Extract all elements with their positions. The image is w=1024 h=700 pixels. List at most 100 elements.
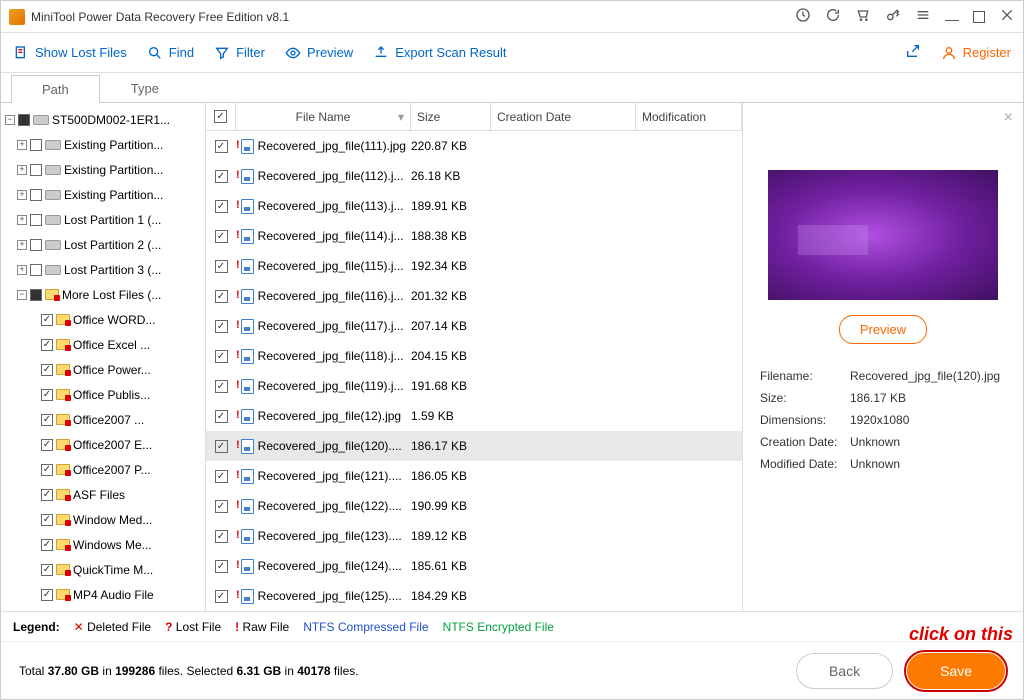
preview-open-button[interactable]: Preview [839,315,927,344]
expand-icon[interactable]: + [17,140,27,150]
file-row[interactable]: !Recovered_jpg_file(113).j...189.91 KB [206,191,742,221]
checkbox[interactable] [41,539,53,551]
menu-icon[interactable] [915,7,931,26]
register-button[interactable]: Register [941,45,1011,61]
file-row[interactable]: !Recovered_jpg_file(124)....185.61 KB [206,551,742,581]
checkbox[interactable] [41,439,53,451]
file-row[interactable]: !Recovered_jpg_file(118).j...204.15 KB [206,341,742,371]
checkbox[interactable] [41,464,53,476]
file-row[interactable]: !Recovered_jpg_file(120)....186.17 KB [206,431,742,461]
row-checkbox[interactable] [215,380,228,393]
file-row[interactable]: !Recovered_jpg_file(121)....186.05 KB [206,461,742,491]
tree-item[interactable]: +Existing Partition... [1,157,205,182]
checkbox[interactable] [41,339,53,351]
checkbox[interactable] [41,589,53,601]
tab-path[interactable]: Path [11,75,100,103]
checkbox[interactable] [41,314,53,326]
tree-subitem[interactable]: Office2007 E... [1,432,205,457]
row-checkbox[interactable] [215,470,228,483]
tree-subitem[interactable]: Office Power... [1,357,205,382]
col-creation-date[interactable]: Creation Date [491,103,636,130]
expand-icon[interactable]: + [17,265,27,275]
tree-subitem[interactable]: Office Excel ... [1,332,205,357]
row-checkbox[interactable] [215,320,228,333]
select-all-checkbox[interactable] [214,110,227,123]
checkbox[interactable] [30,264,42,276]
tree-subitem[interactable]: Office2007 ... [1,407,205,432]
row-checkbox[interactable] [215,230,228,243]
checkbox[interactable] [41,564,53,576]
row-checkbox[interactable] [215,260,228,273]
tree-item[interactable]: +Lost Partition 3 (... [1,257,205,282]
row-checkbox[interactable] [215,500,228,513]
close-preview-icon[interactable]: × [1004,109,1013,127]
tree-subitem[interactable]: Windows Me... [1,532,205,557]
refresh-icon[interactable] [825,7,841,26]
col-modification[interactable]: Modification [636,103,742,130]
file-row[interactable]: !Recovered_jpg_file(125)....184.29 KB [206,581,742,611]
tree-subitem[interactable]: QuickTime M... [1,557,205,582]
checkbox[interactable] [30,239,42,251]
checkbox[interactable] [30,289,42,301]
collapse-icon[interactable]: − [5,115,15,125]
tree-item[interactable]: +Lost Partition 1 (... [1,207,205,232]
expand-icon[interactable]: + [17,240,27,250]
tree-subitem[interactable]: Office Publis... [1,382,205,407]
expand-icon[interactable]: + [17,190,27,200]
row-checkbox[interactable] [215,350,228,363]
tree-root[interactable]: − ST500DM002-1ER1... [1,107,205,132]
col-size[interactable]: Size [411,103,491,130]
tab-type[interactable]: Type [100,74,190,102]
tree-item[interactable]: +Existing Partition... [1,132,205,157]
tree-subitem[interactable]: Window Med... [1,507,205,532]
cart-icon[interactable] [855,7,871,26]
filter-button[interactable]: Filter [214,45,265,61]
maximize-icon[interactable] [973,11,985,23]
file-row[interactable]: !Recovered_jpg_file(122)....190.99 KB [206,491,742,521]
row-checkbox[interactable] [215,590,228,603]
checkbox[interactable] [18,114,30,126]
show-lost-files-button[interactable]: Show Lost Files [13,45,127,61]
tree-subitem[interactable]: ASF Files [1,482,205,507]
checkbox[interactable] [41,514,53,526]
preview-button[interactable]: Preview [285,45,353,61]
tree-subitem[interactable]: Office2007 P... [1,457,205,482]
tree-more-lost[interactable]: − More Lost Files (... [1,282,205,307]
file-row[interactable]: !Recovered_jpg_file(114).j...188.38 KB [206,221,742,251]
tree-item[interactable]: +Existing Partition... [1,182,205,207]
tree-subitem[interactable]: Office WORD... [1,307,205,332]
checkbox[interactable] [30,189,42,201]
file-row[interactable]: !Recovered_jpg_file(111).jpg220.87 KB [206,131,742,161]
minimize-icon[interactable] [945,13,959,21]
grid-body[interactable]: !Recovered_jpg_file(111).jpg220.87 KB !Re… [206,131,742,611]
close-icon[interactable] [999,7,1015,26]
tree-item[interactable]: +Lost Partition 2 (... [1,232,205,257]
file-row[interactable]: !Recovered_jpg_file(116).j...201.32 KB [206,281,742,311]
row-checkbox[interactable] [215,410,228,423]
expand-icon[interactable]: + [17,215,27,225]
row-checkbox[interactable] [215,140,228,153]
file-row[interactable]: !Recovered_jpg_file(123)....189.12 KB [206,521,742,551]
checkbox[interactable] [41,414,53,426]
key-icon[interactable] [885,7,901,26]
row-checkbox[interactable] [215,200,228,213]
row-checkbox[interactable] [215,560,228,573]
file-row[interactable]: !Recovered_jpg_file(12).jpg1.59 KB [206,401,742,431]
tree-panel[interactable]: − ST500DM002-1ER1... +Existing Partition… [1,103,206,611]
col-filename[interactable]: File Name▾ [236,103,411,130]
expand-icon[interactable]: + [17,165,27,175]
find-button[interactable]: Find [147,45,194,61]
checkbox[interactable] [30,139,42,151]
checkbox[interactable] [41,489,53,501]
checkbox[interactable] [30,164,42,176]
checkbox[interactable] [41,364,53,376]
row-checkbox[interactable] [215,290,228,303]
back-button[interactable]: Back [796,653,893,689]
share-icon[interactable] [905,43,921,62]
file-row[interactable]: !Recovered_jpg_file(119).j...191.68 KB [206,371,742,401]
checkbox[interactable] [41,389,53,401]
file-row[interactable]: !Recovered_jpg_file(115).j...192.34 KB [206,251,742,281]
row-checkbox[interactable] [215,530,228,543]
tree-subitem[interactable]: MP4 Audio File [1,582,205,607]
row-checkbox[interactable] [215,440,228,453]
